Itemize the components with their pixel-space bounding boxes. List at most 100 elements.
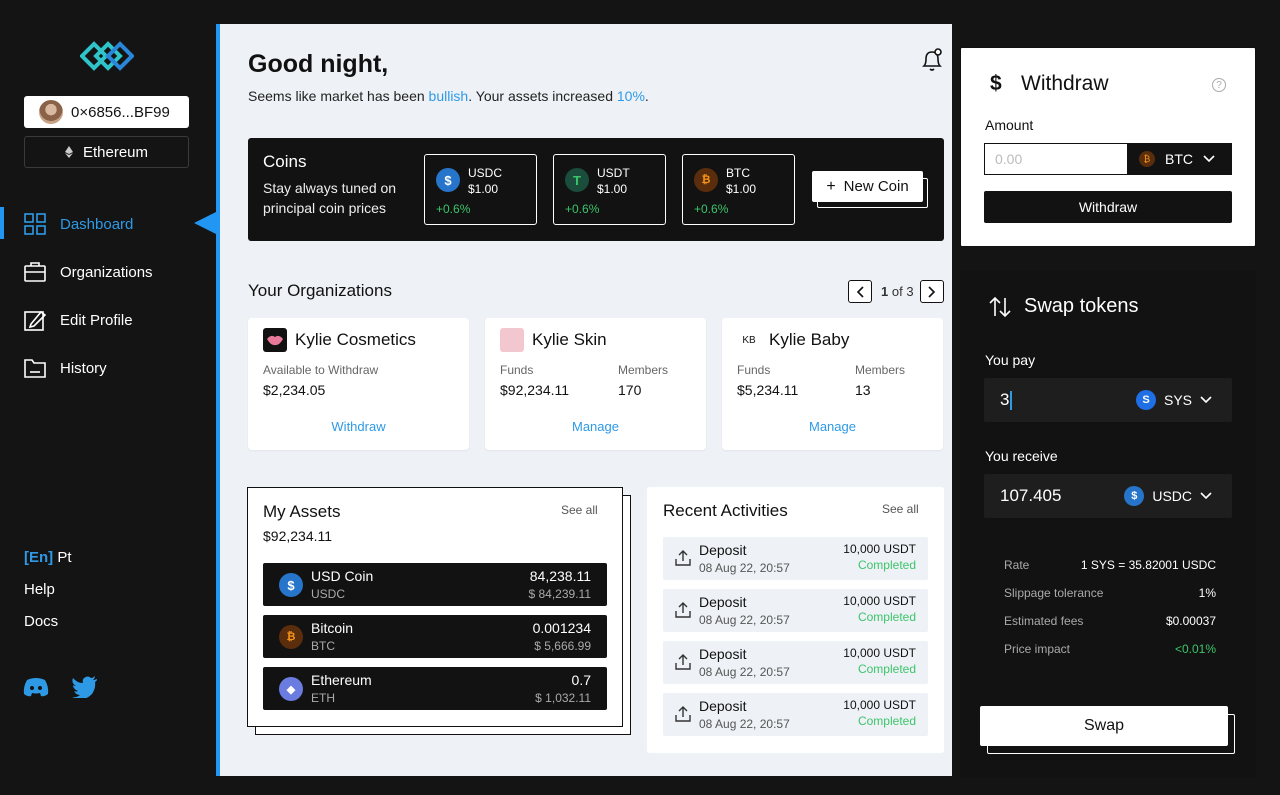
org-value: 170 [618,382,642,398]
org-label: Members [855,363,906,377]
activity-row[interactable]: Deposit 08 Aug 22, 20:57 10,000 USDT Com… [663,589,928,632]
sidebar-item-edit-profile[interactable]: Edit Profile [24,306,204,334]
info-label: Estimated fees [1004,614,1084,628]
activity-type: Deposit [699,646,747,662]
asset-usd-value: $ 1,032.11 [535,691,591,705]
coin-price: $1.00 [597,182,628,196]
slippage-row: Slippage tolerance 1% [1004,586,1216,600]
org-label: Members [618,363,669,377]
assets-see-all-link[interactable]: See all [561,503,598,517]
pay-coin-select[interactable]: S SYS [1135,390,1212,410]
coin-price-card-btc[interactable]: ₿ BTC $1.00 +0.6% [682,154,795,225]
activity-status: Completed [857,610,916,624]
activity-row[interactable]: Deposit 08 Aug 22, 20:57 10,000 USDT Com… [663,537,928,580]
nav-active-indicator [0,207,4,239]
chevron-down-icon [1203,155,1215,163]
info-label: Rate [1004,558,1030,572]
sidebar-item-organizations[interactable]: Organizations [24,258,204,286]
fees-row: Estimated fees $0.00037 [1004,614,1216,628]
activities-title: Recent Activities [663,501,788,520]
swap-arrows-icon [989,296,1011,318]
receive-coin-select[interactable]: $ USDC [1124,486,1212,506]
bell-icon[interactable] [920,47,944,73]
language-switch[interactable]: [En] Pt [24,549,72,566]
org-withdraw-link[interactable]: Withdraw [248,419,469,434]
you-pay-label: You pay [985,352,1036,368]
asset-name: Bitcoin [311,620,354,636]
help-icon[interactable]: ? [1212,78,1226,92]
activities-see-all-link[interactable]: See all [882,502,919,516]
info-label: Slippage tolerance [1004,586,1104,600]
chevron-down-icon [1200,492,1212,500]
org-manage-link[interactable]: Manage [722,419,943,434]
coin-price: $1.00 [468,182,499,196]
language-pt[interactable]: Pt [57,549,71,566]
usdc-icon: $ [279,573,303,597]
activity-type: Deposit [699,594,747,610]
pay-amount-field[interactable]: 3 S SYS [984,378,1232,422]
coins-title: Coins [263,152,307,171]
summary-text: . [644,88,649,104]
rate-row: Rate 1 SYS = 35.82001 USDC [1004,558,1216,572]
org-value: $2,234.05 [263,382,326,398]
app-logo[interactable] [80,38,134,74]
usdc-icon: $ [1124,486,1145,506]
activity-date: 08 Aug 22, 20:57 [699,717,790,731]
org-card-kylie-skin: Kylie Skin Funds $92,234.11 Members 170 … [485,318,706,450]
summary-text: Seems like market has been [248,88,429,104]
docs-link[interactable]: Docs [24,613,58,630]
twitter-icon[interactable] [72,676,98,698]
org-value: 13 [855,382,871,398]
asset-name: USD Coin [311,568,374,584]
wallet-button[interactable]: 0×6856...BF99 [24,96,189,128]
asset-row-usdc[interactable]: $ USD Coin USDC 84,238.11 $ 84,239.11 [263,563,607,606]
coin-price-card-usdt[interactable]: T USDT $1.00 +0.6% [553,154,666,225]
withdraw-coin-select[interactable]: ₿ BTC [1127,143,1232,175]
asset-row-eth[interactable]: ◆ Ethereum ETH 0.7 $ 1,032.11 [263,667,607,710]
coin-symbol: USDC [468,166,503,180]
discord-icon[interactable] [23,676,49,698]
amount-input[interactable] [984,143,1127,175]
sidebar-item-dashboard[interactable]: Dashboard [24,210,204,238]
sidebar-item-history[interactable]: History [24,354,204,382]
receive-amount-field[interactable]: 107.405 $ USDC [984,474,1232,518]
new-coin-button[interactable]: + New Coin [812,171,923,202]
help-link[interactable]: Help [24,581,55,598]
assets-title: My Assets [263,502,341,521]
sys-icon: S [1135,390,1156,410]
coin-change: +0.6% [694,202,729,216]
asset-row-btc[interactable]: ₿ Bitcoin BTC 0.001234 $ 5,666.99 [263,615,607,658]
activity-status: Completed [857,662,916,676]
chevron-right-icon [928,285,936,298]
lips-icon [267,335,283,346]
you-receive-label: You receive [985,448,1058,464]
coin-symbol: BTC [726,166,750,180]
activity-status: Completed [857,714,916,728]
new-coin-label: New Coin [843,178,909,195]
coin-price: $1.00 [726,182,757,196]
coins-description: Stay always tuned on principal coin pric… [263,180,397,216]
org-logo: KB [737,328,761,352]
chevron-down-icon [1200,396,1212,404]
bitcoin-icon: ₿ [279,625,303,649]
org-card-kylie-baby: KB Kylie Baby Funds $5,234.11 Members 13… [722,318,943,450]
activity-date: 08 Aug 22, 20:57 [699,665,790,679]
organizations-title: Your Organizations [248,281,392,300]
pay-amount-input[interactable]: 3 [1000,390,1012,411]
asset-amount: 0.7 [571,672,591,688]
activity-row[interactable]: Deposit 08 Aug 22, 20:57 10,000 USDT Com… [663,641,928,684]
swap-button[interactable]: Swap [980,706,1228,746]
activity-row[interactable]: Deposit 08 Aug 22, 20:57 10,000 USDT Com… [663,693,928,736]
asset-usd-value: $ 84,239.11 [528,587,591,601]
activity-amount: 10,000 USDT [843,542,916,556]
org-value: $92,234.11 [500,382,570,398]
activity-date: 08 Aug 22, 20:57 [699,561,790,575]
network-selector[interactable]: Ethereum [24,136,189,168]
coin-price-card-usdc[interactable]: $ USDC $1.00 +0.6% [424,154,537,225]
wallet-address: 0×6856...BF99 [71,103,170,121]
withdraw-button[interactable]: Withdraw [984,191,1232,223]
org-manage-link[interactable]: Manage [485,419,706,434]
prev-page-button[interactable] [848,280,872,303]
next-page-button[interactable] [920,280,944,303]
language-en[interactable]: [En] [24,549,53,566]
